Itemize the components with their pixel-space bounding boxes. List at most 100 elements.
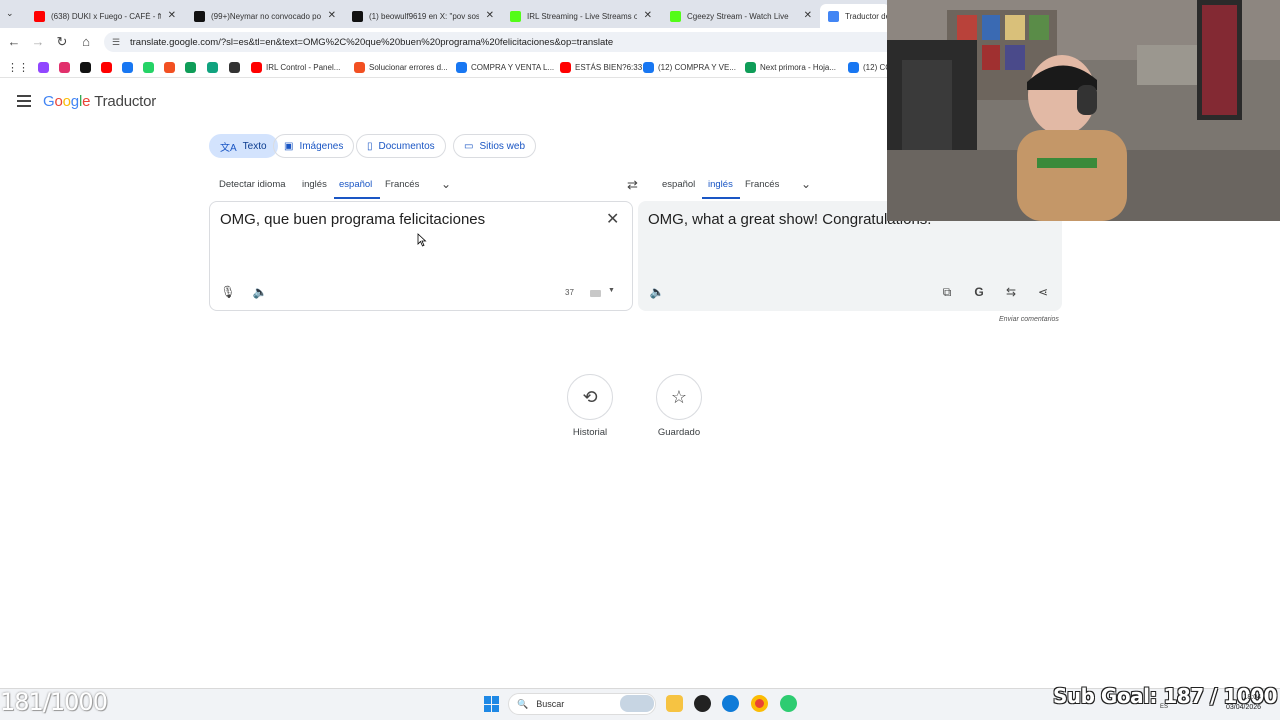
browser-tab[interactable]: IRL Streaming - Live Streams o ✕: [502, 4, 658, 28]
edge-icon[interactable]: [722, 695, 739, 712]
history-label: Historial: [572, 427, 608, 438]
tab-title: Traductor de: [845, 11, 890, 21]
close-tab-icon[interactable]: ✕: [804, 10, 812, 21]
microphone-icon[interactable]: 🎙: [220, 284, 236, 300]
browser-tab[interactable]: (638) DUKI x Fuego - CAFÉ - ft. ✕: [26, 4, 182, 28]
windows-start-icon[interactable]: [484, 696, 500, 712]
bookmark-item[interactable]: [185, 60, 200, 74]
swap-languages-icon[interactable]: ⇄: [627, 177, 638, 193]
target-lang-english[interactable]: inglés: [708, 179, 733, 190]
source-lang-english[interactable]: inglés: [302, 179, 327, 190]
bookmark-item[interactable]: [59, 60, 74, 74]
saved-button[interactable]: ☆: [656, 374, 702, 420]
system-clock[interactable]: 18:04 03/04/2026: [1226, 693, 1261, 713]
facebook-icon: [456, 61, 467, 73]
google-search-icon[interactable]: G: [971, 284, 987, 300]
bookmark-item[interactable]: COMPRA Y VENTA L...: [456, 60, 554, 74]
product-name: Traductor: [94, 93, 157, 110]
history-button[interactable]: ⟲: [567, 374, 613, 420]
reload-icon[interactable]: ↻: [53, 33, 71, 51]
keyboard-icon[interactable]: [590, 290, 601, 297]
keyboard-dropdown-icon[interactable]: ▼: [608, 287, 615, 294]
search-icon: 🔍: [517, 698, 529, 709]
bookmark-item[interactable]: [229, 60, 244, 74]
bookmark-item[interactable]: [80, 60, 95, 74]
address-bar[interactable]: ☰ translate.google.com/?sl=es&tl=en&text…: [104, 32, 904, 52]
url-text: translate.google.com/?sl=es&tl=en&text=O…: [130, 36, 614, 48]
bookmark-item[interactable]: [143, 60, 158, 74]
keyboard-language-indicator[interactable]: ES: [1160, 704, 1168, 710]
source-lang-more-chevron-icon[interactable]: ⌄: [441, 177, 451, 191]
photos-icon: [185, 61, 196, 73]
source-lang-spanish[interactable]: español: [339, 179, 372, 190]
tab-websites[interactable]: ▭ Sitios web: [453, 134, 537, 158]
bookmark-item[interactable]: (12) COMPRA Y VE...: [643, 60, 736, 74]
tab-search-chevron-icon[interactable]: ⌄: [6, 8, 14, 19]
bookmark-item[interactable]: ESTÁS BIEN?6:33: [560, 60, 642, 74]
taskbar-search-placeholder: Buscar: [536, 699, 565, 709]
chat-app-icon[interactable]: [780, 695, 797, 712]
bookmark-item[interactable]: [122, 60, 137, 74]
facebook-icon: [848, 61, 859, 73]
back-icon[interactable]: ←: [5, 33, 23, 51]
source-text[interactable]: OMG, que buen programa felicitaciones: [220, 211, 485, 228]
target-lang-french[interactable]: Francés: [745, 179, 779, 190]
browser-tab[interactable]: (99+)Neymar no convocado po ✕: [186, 4, 342, 28]
bookmark-label: Next primora - Hoja...: [760, 62, 837, 72]
youtube-icon: [101, 61, 112, 73]
target-lang-spanish[interactable]: español: [662, 179, 695, 190]
twitch-icon: [38, 61, 49, 73]
file-explorer-icon[interactable]: [666, 695, 683, 712]
translate-icon: 文A: [220, 142, 237, 154]
site-info-icon[interactable]: ☰: [112, 37, 122, 48]
hamburger-menu-icon[interactable]: [17, 95, 31, 107]
browser-tab[interactable]: (1) beowulf9619 en X: "pov sos ✕: [344, 4, 500, 28]
bookmark-item[interactable]: (12) CO: [848, 60, 891, 74]
clear-source-icon[interactable]: ✕: [606, 209, 619, 229]
bookmark-item[interactable]: [101, 60, 116, 74]
forward-icon[interactable]: →: [29, 33, 47, 51]
target-lang-selected-indicator: [702, 197, 740, 199]
chrome-icon[interactable]: [751, 695, 768, 712]
saved-label: Guardado: [657, 427, 701, 438]
listen-translation-icon[interactable]: 🔈: [649, 284, 665, 300]
home-icon[interactable]: ⌂: [77, 33, 95, 51]
target-lang-more-chevron-icon[interactable]: ⌄: [801, 177, 811, 191]
history-icon: ⟲: [582, 387, 598, 407]
close-tab-icon[interactable]: ✕: [168, 10, 176, 21]
close-tab-icon[interactable]: ✕: [486, 10, 494, 21]
apps-grid-icon[interactable]: ⋮⋮: [7, 60, 29, 74]
x-icon: [80, 61, 91, 73]
tab-title: (1) beowulf9619 en X: "pov sos: [369, 11, 479, 21]
browser-tab[interactable]: Cgeezy Stream - Watch Live ✕: [662, 4, 818, 28]
bookmark-item[interactable]: Next primora - Hoja...: [745, 60, 836, 74]
source-lang-french[interactable]: Francés: [385, 179, 419, 190]
google-translate-logo[interactable]: Google Traductor: [43, 93, 156, 110]
source-lang-detect[interactable]: Detectar idioma: [219, 179, 286, 190]
website-icon: ▭: [464, 140, 474, 152]
bookmark-item[interactable]: [38, 60, 53, 74]
browser-tab[interactable]: Traductor de: [820, 4, 890, 28]
widget-icon[interactable]: [620, 695, 654, 712]
tab-images[interactable]: ▣ Imágenes: [273, 134, 355, 158]
tiktok-icon: [194, 10, 205, 22]
copy-translation-icon[interactable]: ⧉: [939, 284, 955, 300]
close-tab-icon[interactable]: ✕: [328, 10, 336, 21]
rate-translation-icon[interactable]: ⇆: [1003, 284, 1019, 300]
bookmark-label: ESTÁS BIEN?6:33: [575, 62, 643, 72]
bookmark-item[interactable]: IRL Control - Panel...: [251, 60, 340, 74]
bookmark-item[interactable]: Solucionar errores d...: [354, 60, 448, 74]
microsoft-icon: [164, 61, 175, 73]
send-feedback-link[interactable]: Enviar comentarios: [999, 316, 1059, 323]
close-tab-icon[interactable]: ✕: [644, 10, 652, 21]
tab-title: IRL Streaming - Live Streams o: [527, 11, 637, 21]
tab-title: (638) DUKI x Fuego - CAFÉ - ft.: [51, 11, 161, 21]
obs-icon[interactable]: [694, 695, 711, 712]
share-translation-icon[interactable]: ⋖: [1035, 284, 1051, 300]
tab-text[interactable]: 文A Texto: [209, 134, 278, 158]
bookmark-item[interactable]: [164, 60, 179, 74]
bookmark-item[interactable]: [207, 60, 222, 74]
star-icon: ☆: [670, 387, 688, 407]
listen-source-icon[interactable]: 🔈: [252, 284, 268, 300]
tab-documents[interactable]: ▯ Documentos: [356, 134, 446, 158]
